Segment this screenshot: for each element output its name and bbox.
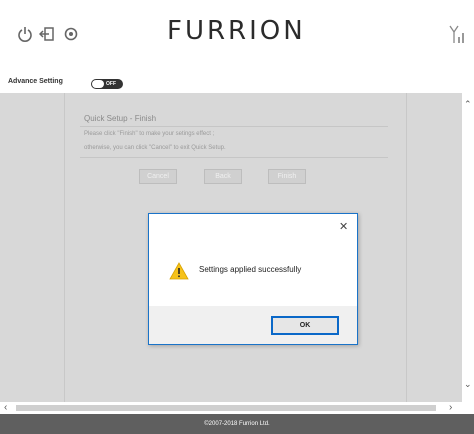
vertical-scrollbar[interactable]: ⌃ ⌄ — [462, 93, 474, 402]
top-header: FURRION — [0, 0, 474, 76]
divider — [80, 157, 388, 158]
advance-setting-toggle[interactable]: OFF — [91, 79, 123, 89]
logout-icon[interactable] — [39, 26, 55, 42]
settings-applied-dialog: ✕ Settings applied successfully OK — [148, 213, 358, 345]
instruction-line-2: otherwise, you can click "Cancel" to exi… — [84, 145, 226, 151]
back-button[interactable]: Back — [204, 169, 242, 184]
refresh-icon[interactable] — [63, 26, 79, 42]
toggle-state-text: OFF — [106, 81, 116, 87]
finish-button[interactable]: Finish — [268, 169, 306, 184]
toggle-knob — [92, 80, 104, 88]
quick-setup-title: Quick Setup - Finish — [84, 114, 157, 123]
scrollbar-thumb[interactable] — [16, 405, 436, 411]
left-divider — [64, 93, 65, 402]
footer-copyright: ©2007-2018 Furrion Ltd. — [0, 414, 474, 434]
scroll-down-icon[interactable]: ⌄ — [464, 379, 472, 390]
right-divider — [406, 93, 407, 402]
instruction-line-1: Please click "Finish" to make your setin… — [84, 131, 215, 137]
warning-icon — [169, 262, 189, 280]
dialog-message: Settings applied successfully — [199, 265, 302, 274]
advance-setting-label: Advance Setting — [8, 78, 63, 85]
advance-setting-bar: Advance Setting — [0, 76, 474, 90]
scroll-left-icon[interactable]: ‹ — [4, 402, 7, 413]
horizontal-scrollbar[interactable]: ‹ › — [0, 402, 474, 414]
divider — [80, 126, 388, 127]
cancel-button[interactable]: Cancel — [139, 169, 177, 184]
power-icon[interactable] — [17, 26, 33, 42]
dialog-button-bar: OK — [149, 306, 357, 344]
brand-logo: FURRION — [167, 16, 306, 46]
scroll-right-icon[interactable]: › — [449, 402, 452, 413]
signal-icon — [449, 25, 464, 43]
ok-button[interactable]: OK — [271, 316, 339, 335]
scroll-up-icon[interactable]: ⌃ — [464, 99, 472, 110]
close-icon[interactable]: ✕ — [339, 220, 348, 233]
